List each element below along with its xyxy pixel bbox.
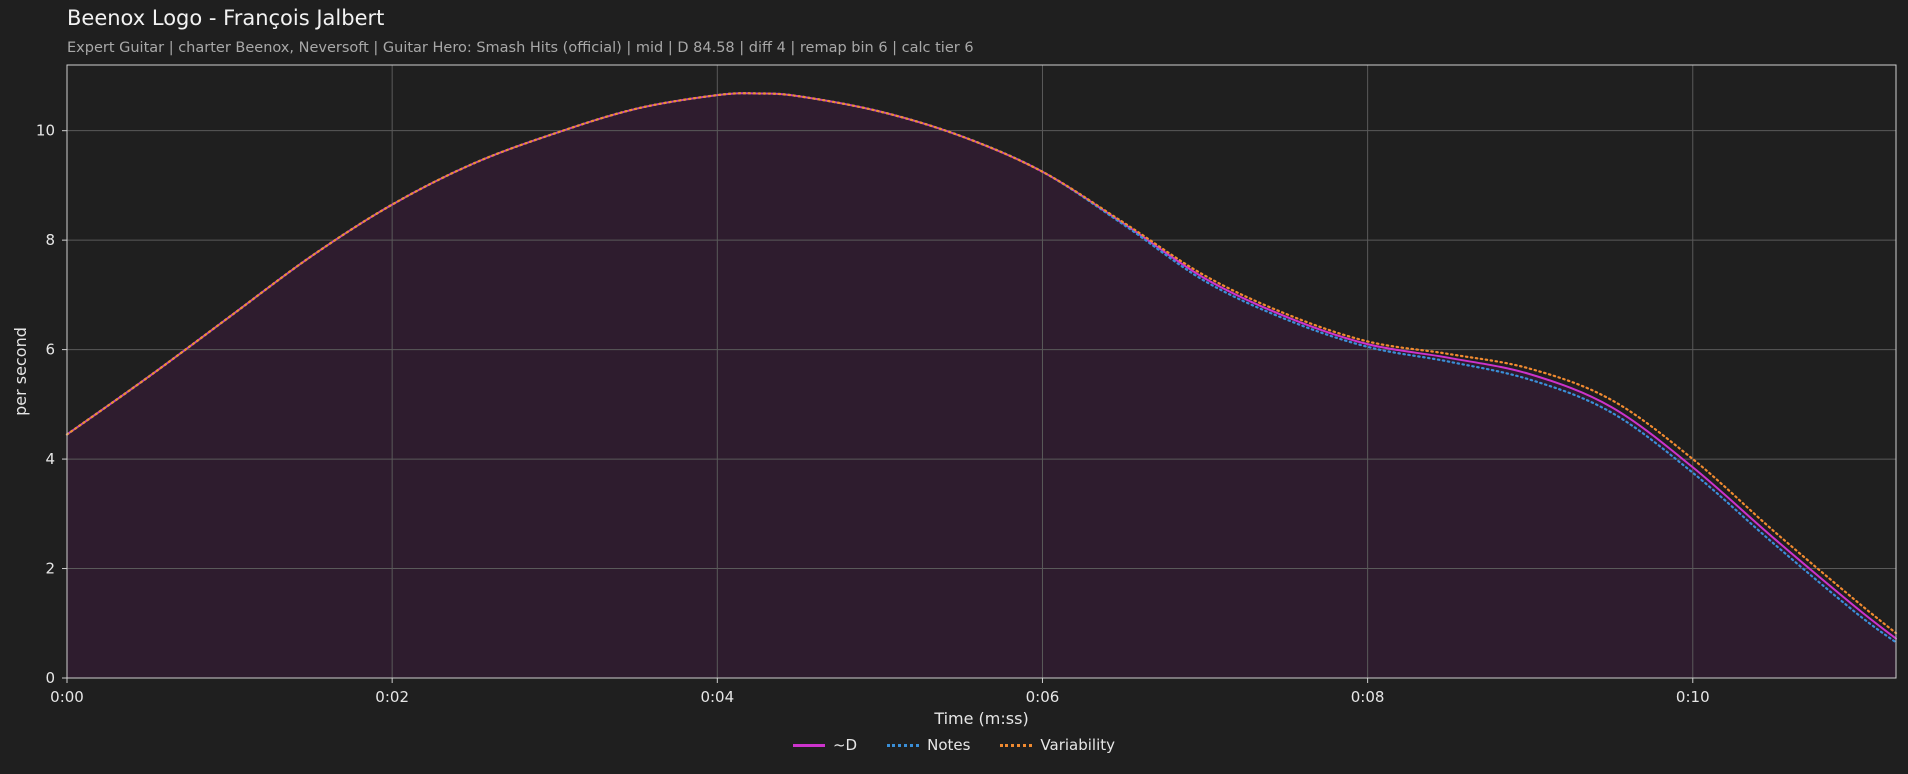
x-tick-label: 0:08 — [1351, 688, 1385, 706]
legend: ~D Notes Variability — [0, 736, 1908, 754]
legend-item: Notes — [887, 736, 970, 754]
x-tick-label: 0:02 — [375, 688, 409, 706]
area-fill-layer — [67, 93, 1896, 678]
legend-swatch — [1000, 743, 1033, 747]
legend-label: Notes — [927, 736, 971, 754]
y-tick-label: 4 — [45, 450, 55, 468]
legend-swatch — [887, 743, 920, 747]
legend-label: ~D — [832, 736, 858, 754]
legend-label: Variability — [1040, 736, 1116, 754]
chart-canvas: 0:00 0:02 0:04 0:06 0:08 0:10 0 2 4 6 8 10 Time (m:… — [11, 64, 1898, 728]
x-tick-label: 0:10 — [1676, 688, 1710, 706]
x-tick-label: 0:00 — [50, 688, 84, 706]
area-fill — [67, 93, 1896, 678]
y-tick-label: 6 — [45, 341, 55, 359]
y-tick-label: 10 — [36, 122, 55, 140]
legend-item: ~D — [792, 736, 858, 754]
y-axis-label: per second — [11, 327, 30, 416]
legend-swatch — [792, 743, 825, 747]
y-tick-label: 0 — [45, 669, 55, 687]
y-tick-label: 2 — [45, 560, 55, 578]
legend-item: Variability — [1000, 736, 1115, 754]
y-tick-label: 8 — [45, 231, 55, 249]
x-axis-label: Time (m:ss) — [933, 709, 1028, 728]
x-tick-label: 0:06 — [1026, 688, 1060, 706]
x-tick-label: 0:04 — [700, 688, 734, 706]
